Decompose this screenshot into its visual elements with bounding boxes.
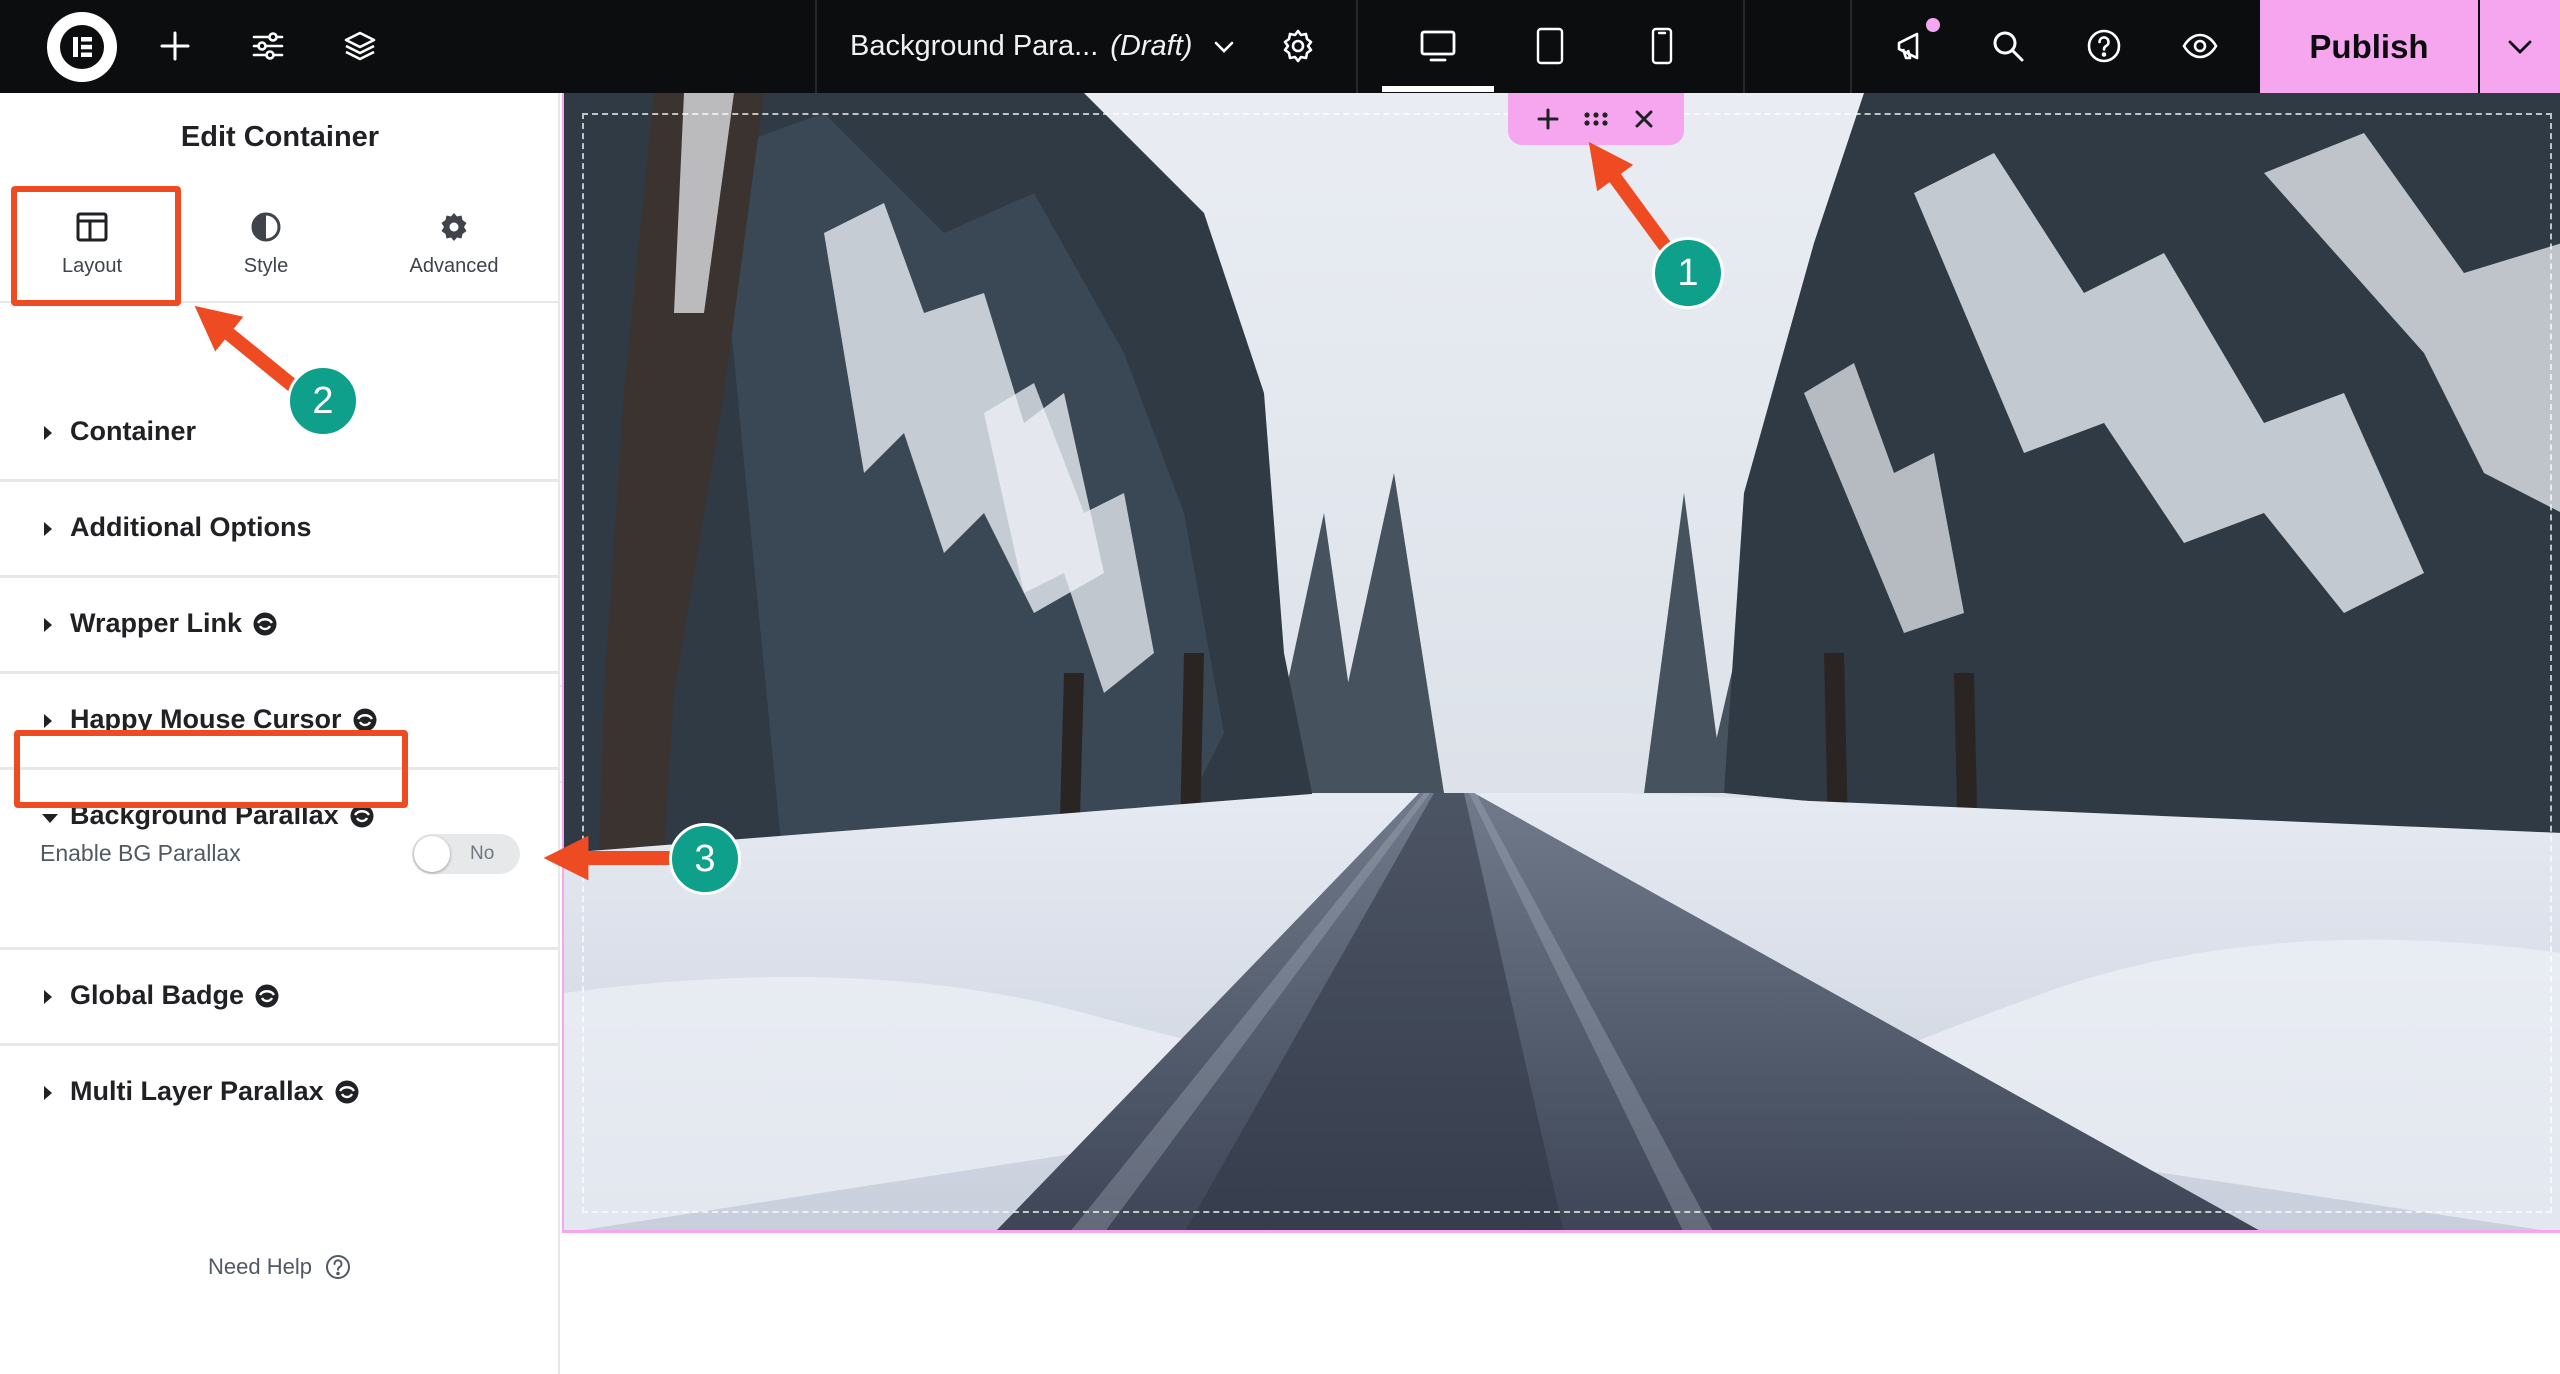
section-wrapper-link[interactable]: Wrapper Link	[0, 578, 560, 674]
enable-bg-parallax-toggle[interactable]: No	[412, 834, 520, 874]
drag-dots-icon[interactable]	[1578, 101, 1614, 137]
toggle-text: No	[470, 843, 495, 864]
section-global-badge[interactable]: Global Badge	[0, 950, 560, 1046]
top-bar: Background Para... (Draft) Publish	[0, 0, 2560, 93]
container-toolbar	[1508, 93, 1684, 145]
divider	[1743, 0, 1745, 93]
elementor-logo-icon[interactable]	[47, 12, 117, 82]
tab-label: Style	[243, 255, 289, 277]
section-container[interactable]: Container	[0, 386, 560, 482]
active-device-indicator	[1382, 86, 1494, 92]
step-badge-1: 1	[1652, 237, 1724, 309]
tab-style[interactable]: Style	[186, 205, 346, 295]
document-title-text: Background Para...	[850, 30, 1099, 62]
help-icon	[325, 1255, 350, 1279]
caret-right-icon	[44, 522, 52, 536]
layers-icon[interactable]	[328, 14, 392, 78]
half-circle-icon	[251, 212, 281, 242]
caret-right-icon	[44, 990, 52, 1004]
section-title: Additional Options	[70, 512, 312, 542]
caret-down-icon	[42, 814, 58, 823]
desktop-icon[interactable]	[1406, 14, 1470, 78]
mobile-icon[interactable]	[1630, 14, 1694, 78]
publish-options-button[interactable]	[2480, 0, 2560, 93]
close-icon[interactable]	[1626, 101, 1662, 137]
section-title: Container	[70, 416, 197, 446]
happy-addons-icon	[353, 708, 377, 731]
document-title[interactable]: Background Para... (Draft)	[850, 0, 1236, 93]
tab-advanced[interactable]: Advanced	[374, 205, 534, 295]
happy-addons-icon	[253, 612, 277, 635]
container-inner-boundary	[582, 113, 2552, 1213]
editor-canvas	[562, 93, 2560, 1374]
enable-bg-parallax-label: Enable BG Parallax	[40, 840, 241, 866]
section-additional-options[interactable]: Additional Options	[0, 482, 560, 578]
need-help-text: Need Help	[208, 1254, 312, 1279]
happy-addons-icon	[255, 984, 279, 1007]
highlight-background-parallax	[14, 730, 408, 808]
caret-right-icon	[44, 714, 52, 728]
plus-icon[interactable]	[143, 14, 207, 78]
happy-addons-icon	[335, 1080, 359, 1103]
section-title: Global Badge	[70, 980, 245, 1010]
toggle-knob	[414, 836, 450, 872]
gear-icon	[441, 213, 467, 241]
need-help-link[interactable]: Need Help	[0, 1253, 560, 1281]
sliders-icon[interactable]	[236, 14, 300, 78]
elementor-editor: Background Para... (Draft) Publish Edit …	[0, 0, 2560, 1374]
panel-title: Edit Container	[180, 121, 380, 153]
section-title: Wrapper Link	[70, 608, 243, 638]
document-status: (Draft)	[1110, 30, 1193, 62]
chevron-down-icon	[1215, 41, 1234, 53]
divider	[815, 0, 817, 93]
highlight-layout-tab	[11, 186, 181, 306]
caret-right-icon	[44, 1086, 52, 1100]
gear-icon[interactable]	[1266, 14, 1330, 78]
tab-label: Advanced	[409, 255, 499, 277]
divider	[1850, 0, 1852, 93]
publish-button[interactable]: Publish	[2260, 0, 2478, 93]
step-badge-2: 2	[287, 365, 359, 437]
divider	[1356, 0, 1358, 93]
chevron-down-icon	[2508, 40, 2532, 54]
tablet-icon[interactable]	[1518, 14, 1582, 78]
search-icon[interactable]	[1976, 14, 2040, 78]
section-multi-layer-parallax[interactable]: Multi Layer Parallax	[0, 1046, 560, 1142]
notification-dot	[1926, 18, 1940, 32]
plus-icon[interactable]	[1530, 101, 1566, 137]
selected-container[interactable]	[562, 93, 2560, 1233]
help-icon[interactable]	[2072, 14, 2136, 78]
step-badge-3: 3	[669, 823, 741, 895]
caret-right-icon	[44, 618, 52, 632]
section-title: Multi Layer Parallax	[70, 1076, 324, 1106]
caret-right-icon	[44, 426, 52, 440]
eye-icon[interactable]	[2168, 14, 2232, 78]
